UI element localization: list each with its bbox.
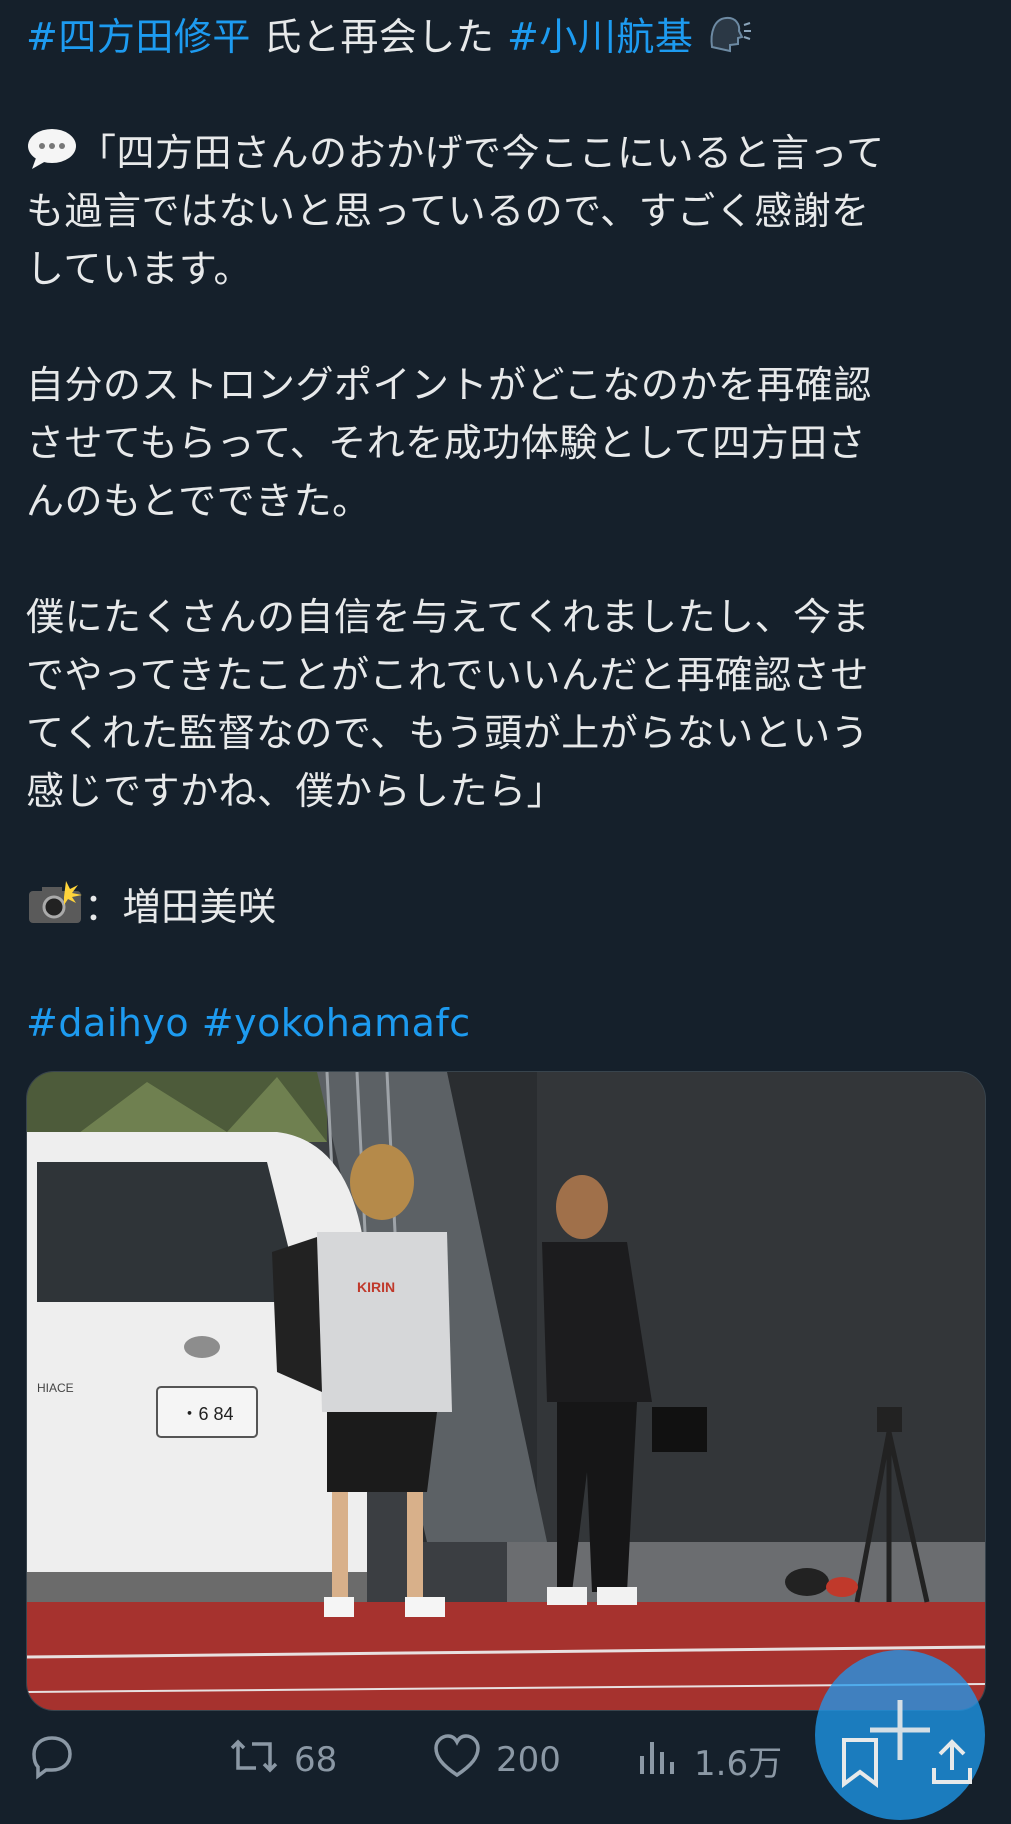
photo-credit: ：増田美咲 xyxy=(84,885,277,929)
para2-line-2: させてもらって、それを成功体験として四方田さ xyxy=(26,421,867,465)
para3-line-2: でやってきたことがこれでいいんだと再確認させ xyxy=(26,653,869,697)
tweet-text: #四方田修平 氏と再会した #小川航基 「四方田さんのおかげで今ここにいると言っ… xyxy=(26,8,986,1052)
para2-line-1: 自分のストロングポイントがどこなのかを再確認 xyxy=(26,363,872,407)
like-button[interactable]: 200 xyxy=(432,1720,561,1800)
retweet-button[interactable]: 68 xyxy=(228,1720,337,1800)
quote-line-3: しています。 xyxy=(26,247,253,291)
share-button[interactable] xyxy=(928,1736,976,1792)
quote-line-1: 「四方田さんのおかげで今ここにいると言って xyxy=(78,131,885,175)
car-plate: ・6 84 xyxy=(180,1404,233,1424)
views-count: 1.6万 xyxy=(694,1743,783,1784)
speaking-head-icon xyxy=(706,11,752,69)
car-badge: HIACE xyxy=(37,1381,74,1395)
tweet-photo[interactable]: ・6 84 HIACE KIRIN xyxy=(26,1071,986,1711)
retweet-count: 68 xyxy=(294,1740,338,1780)
views-icon xyxy=(636,1734,680,1787)
like-icon xyxy=(432,1733,482,1788)
hashtag-daihyo[interactable]: #daihyo xyxy=(26,1001,189,1045)
tweet-line1-text: 氏と再会した xyxy=(250,15,508,59)
reply-icon xyxy=(28,1732,76,1789)
para2-line-3: んのもとでできた。 xyxy=(26,479,371,523)
quote-line-2: も過言ではないと思っているので、すごく感謝を xyxy=(26,189,870,233)
hashtag-yomoda[interactable]: #四方田修平 xyxy=(26,15,251,59)
hashtag-yokohamafc[interactable]: #yokohamafc xyxy=(202,1001,471,1045)
bookmark-button[interactable] xyxy=(838,1736,882,1792)
like-count: 200 xyxy=(496,1740,561,1780)
shirt-sponsor: KIRIN xyxy=(357,1279,395,1295)
retweet-icon xyxy=(228,1732,280,1789)
compose-button[interactable] xyxy=(815,1650,985,1820)
reply-button[interactable] xyxy=(28,1720,76,1800)
tweet: #四方田修平 氏と再会した #小川航基 「四方田さんのおかげで今ここにいると言っ… xyxy=(0,0,1011,1823)
hashtag-ogawa[interactable]: #小川航基 xyxy=(507,15,693,59)
para3-line-4: 感じですかね、僕からしたら」 xyxy=(26,769,566,813)
bookmark-icon xyxy=(838,1738,882,1792)
para3-line-1: 僕にたくさんの自信を与えてくれましたし、今ま xyxy=(26,595,870,639)
camera-flash-icon xyxy=(26,879,84,941)
para3-line-3: てくれた監督なので、もう頭が上がらないという xyxy=(26,711,870,755)
share-icon xyxy=(928,1739,976,1792)
speech-balloon-icon xyxy=(26,126,78,186)
views-button[interactable]: 1.6万 xyxy=(636,1720,782,1800)
